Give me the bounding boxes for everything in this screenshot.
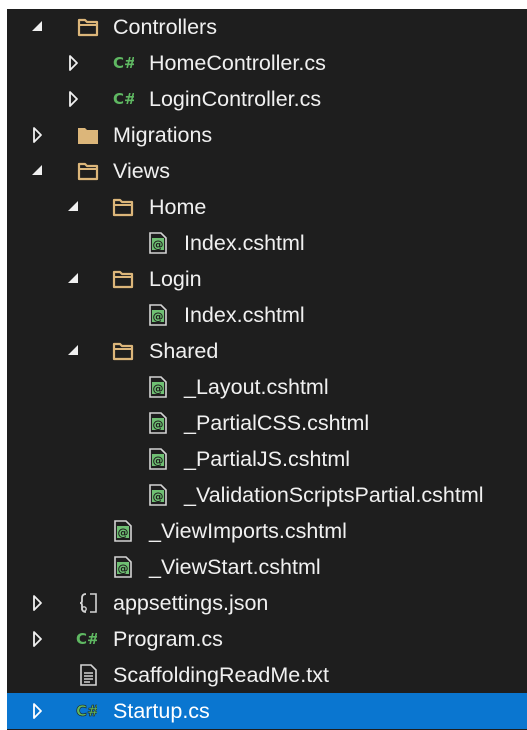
tree-row-label: Login (149, 267, 202, 291)
collapsed-arrow-icon[interactable] (29, 702, 47, 720)
tree-row-label: _ViewStart.cshtml (149, 555, 321, 579)
svg-text:@: @ (153, 418, 164, 431)
tree-row-partialjs[interactable]: @ _PartialJS.cshtml (7, 441, 527, 477)
tree-row-controllers[interactable]: Controllers (7, 9, 527, 45)
tree-row-label: Index.cshtml (184, 231, 305, 255)
svg-text:@: @ (153, 238, 164, 251)
svg-text:@: @ (153, 382, 164, 395)
tree-row-views[interactable]: Views (7, 153, 527, 189)
folder-open-icon (112, 342, 134, 361)
tree-row-label: HomeController.cs (149, 51, 326, 75)
json-file-icon (79, 593, 97, 613)
expanded-arrow-icon[interactable] (65, 270, 83, 288)
csharp-file-icon: C# (76, 630, 97, 648)
folder-open-icon (112, 198, 134, 217)
tree-row-label: _ValidationScriptsPartial.cshtml (184, 483, 484, 507)
tree-row-label: LoginController.cs (149, 87, 322, 111)
expanded-arrow-icon[interactable] (65, 198, 83, 216)
tree-row-label: Views (113, 159, 170, 183)
expanded-arrow-icon[interactable] (65, 342, 83, 360)
tree-row-appsettings[interactable]: appsettings.json (7, 585, 527, 621)
razor-file-icon: @ (114, 520, 132, 542)
tree-row-label: _PartialCSS.cshtml (184, 411, 370, 435)
tree-row-label: ScaffoldingReadMe.txt (113, 663, 329, 687)
tree-row-program[interactable]: C# Program.cs (7, 621, 527, 657)
tree-row-label: appsettings.json (113, 591, 269, 615)
tree-row-label: Startup.cs (113, 699, 210, 723)
razor-file-icon: @ (149, 412, 167, 434)
svg-text:C#: C# (76, 702, 97, 720)
csharp-file-icon: C# (113, 54, 134, 72)
svg-text:C#: C# (76, 630, 97, 648)
tree-row-home-index[interactable]: @ Index.cshtml (7, 225, 527, 261)
collapsed-arrow-icon[interactable] (65, 54, 83, 72)
tree-row-migrations[interactable]: Migrations (7, 117, 527, 153)
tree-row-views-login[interactable]: Login (7, 261, 527, 297)
tree-row-partialcss[interactable]: @ _PartialCSS.cshtml (7, 405, 527, 441)
csharp-file-icon: C# (76, 702, 97, 721)
tree-row-homecontroller[interactable]: C# HomeController.cs (7, 45, 527, 81)
razor-file-icon: @ (149, 448, 167, 470)
tree-row-validationscriptspartial[interactable]: @ _ValidationScriptsPartial.cshtml (7, 477, 527, 513)
tree-row-views-home[interactable]: Home (7, 189, 527, 225)
tree-row-startup[interactable]: C# Startup.cs (7, 693, 527, 729)
tree-row-label: _Layout.cshtml (184, 375, 329, 399)
tree-row-label: Home (149, 195, 207, 219)
collapsed-arrow-icon[interactable] (29, 594, 47, 612)
svg-text:@: @ (118, 526, 129, 539)
csharp-file-icon: C# (113, 90, 134, 108)
expanded-arrow-icon[interactable] (29, 18, 47, 36)
tree-row-label: Program.cs (113, 627, 223, 651)
tree-row-viewimports[interactable]: @ _ViewImports.cshtml (7, 513, 527, 549)
tree-row-views-shared[interactable]: Shared (7, 333, 527, 369)
tree-row-label: Index.cshtml (184, 303, 305, 327)
razor-file-icon: @ (149, 376, 167, 398)
tree-row-label: Shared (149, 339, 219, 363)
collapsed-arrow-icon[interactable] (65, 90, 83, 108)
svg-text:C#: C# (113, 54, 134, 72)
svg-text:@: @ (118, 562, 129, 575)
tree-row-label: _ViewImports.cshtml (149, 519, 347, 543)
folder-open-icon (112, 270, 134, 289)
folder-closed-icon (78, 128, 98, 144)
tree-row-label: Migrations (113, 123, 213, 147)
svg-text:C#: C# (113, 90, 134, 108)
tree-row-logincontroller[interactable]: C# LoginController.cs (7, 81, 527, 117)
text-file-icon (80, 664, 97, 686)
svg-text:@: @ (153, 310, 164, 323)
razor-file-icon: @ (149, 484, 167, 506)
folder-open-icon (77, 162, 99, 181)
tree-row-scaffoldingreadme[interactable]: ScaffoldingReadMe.txt (7, 657, 527, 693)
svg-text:@: @ (153, 454, 164, 467)
tree-row-label: Controllers (113, 15, 217, 39)
tree-row-label: _PartialJS.cshtml (184, 447, 351, 471)
expanded-arrow-icon[interactable] (29, 162, 47, 180)
collapsed-arrow-icon[interactable] (29, 630, 47, 648)
solution-explorer-tree: Controllers C# HomeController.cs C# Logi… (7, 9, 527, 730)
svg-text:@: @ (153, 490, 164, 503)
collapsed-arrow-icon[interactable] (29, 126, 47, 144)
tree-row-login-index[interactable]: @ Index.cshtml (7, 297, 527, 333)
tree-row-viewstart[interactable]: @ _ViewStart.cshtml (7, 549, 527, 585)
folder-open-icon (77, 18, 99, 37)
razor-file-icon: @ (114, 556, 132, 578)
razor-file-icon: @ (149, 304, 167, 326)
razor-file-icon: @ (149, 232, 167, 254)
tree-row-layout[interactable]: @ _Layout.cshtml (7, 369, 527, 405)
